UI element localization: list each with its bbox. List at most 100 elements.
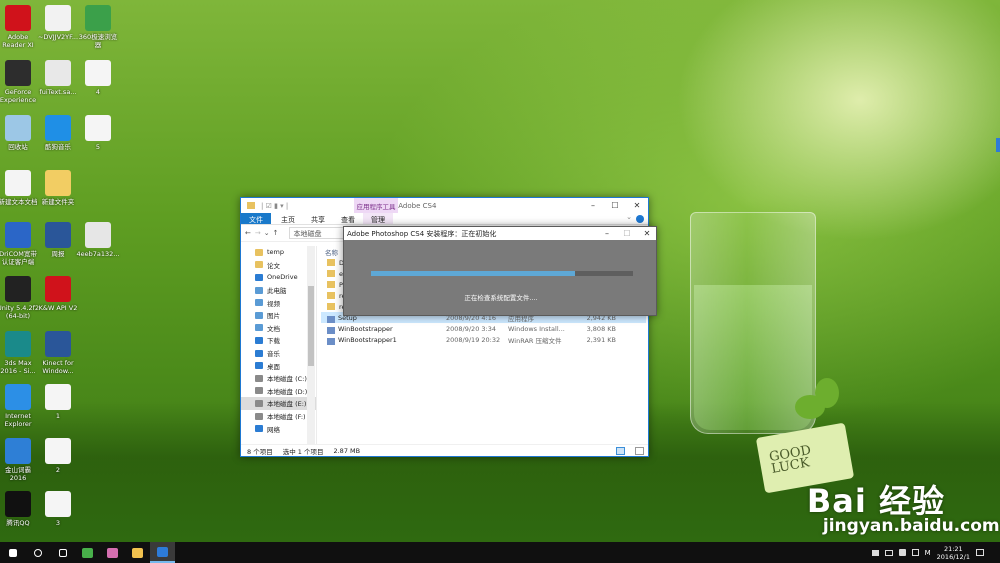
nav-item-icon — [255, 324, 263, 332]
nav-item-label: 图片 — [267, 312, 280, 321]
clock-date: 2016/12/1 — [936, 552, 970, 561]
navigation-pane: temp 论文 OneDrive 此电脑 视频图片 文档下载 音乐 桌面 本地磁盘 (C:) 本地… — [241, 246, 317, 445]
volume-icon[interactable] — [898, 549, 906, 556]
setup-maximize-button[interactable]: ☐ — [620, 229, 634, 238]
app-icon — [5, 60, 31, 86]
help-icon[interactable] — [636, 215, 644, 223]
recent-icon[interactable]: ⌄ — [264, 229, 270, 237]
quick-access-icons[interactable]: | ☑ ▮ ▾ | — [261, 202, 288, 210]
nav-item[interactable]: 文档 — [241, 322, 316, 335]
nav-item[interactable]: OneDrive — [241, 271, 316, 284]
setup-status-text: 正在检查系统配置文件.... — [464, 294, 538, 302]
nav-item[interactable]: 视频 — [241, 296, 316, 309]
desktop-icon[interactable]: 2 — [32, 438, 84, 474]
nav-item[interactable]: temp — [241, 246, 316, 259]
tab-view[interactable]: 查看 — [333, 213, 363, 224]
ribbon-toggle-icon[interactable]: ⌄ — [626, 213, 632, 224]
up-icon[interactable]: ↑ — [273, 229, 279, 237]
app-icon — [5, 491, 31, 517]
desktop-icon[interactable]: 5 — [72, 115, 124, 151]
note-text: GOOD LUCK — [768, 442, 813, 477]
nav-item[interactable]: 论文 — [241, 259, 316, 272]
setup-close-button[interactable]: ✕ — [640, 229, 654, 238]
desktop-icon[interactable]: 4 — [72, 60, 124, 96]
app-icon — [45, 331, 71, 357]
desktop-icon[interactable]: 1 — [32, 384, 84, 420]
nav-item-icon — [255, 349, 263, 357]
nav-item[interactable]: 本地磁盘 (F:) — [241, 410, 316, 423]
tray-arrow-icon[interactable] — [871, 549, 879, 556]
taskbar-button[interactable] — [25, 542, 50, 563]
setup-minimize-button[interactable]: – — [600, 229, 614, 238]
setup-dialog[interactable]: Adobe Photoshop CS4 安装程序：正在初始化 – ☐ ✕ 正在检… — [343, 226, 657, 316]
taskbar-button[interactable] — [100, 542, 125, 563]
maximize-button[interactable]: ☐ — [608, 201, 622, 210]
taskbar-button[interactable] — [50, 542, 75, 563]
desktop-icon[interactable]: Kinect for Window... — [32, 331, 84, 375]
folder-icon — [327, 292, 335, 299]
file-row[interactable]: WinBootstrapper1 2008/9/19 20:32 WinRAR 压缩… — [321, 334, 646, 345]
nav-item[interactable]: 此电脑 — [241, 284, 316, 297]
file-date: 2008/9/20 3:34 — [446, 324, 496, 333]
tab-file[interactable]: 文件 — [241, 213, 271, 224]
nav-item[interactable]: 图片 — [241, 309, 316, 322]
file-row[interactable]: WinBootstrapper 2008/9/20 3:34 Windows Ins… — [321, 323, 646, 334]
desktop-icon[interactable]: 3 — [32, 491, 84, 527]
nav-item-icon — [255, 336, 263, 344]
clock[interactable]: 21:21 2016/12/1 — [937, 545, 970, 561]
nav-item-label: OneDrive — [267, 273, 298, 282]
input-language[interactable]: M — [925, 549, 931, 557]
nav-scrollbar[interactable] — [307, 246, 315, 445]
column-name[interactable]: 名称 — [321, 247, 338, 257]
tab-share[interactable]: 共享 — [303, 213, 333, 224]
desktop-icon-label: 5 — [95, 143, 101, 151]
taskbar-button[interactable] — [75, 542, 100, 563]
desktop-icon-label: 1 — [55, 412, 61, 420]
tab-home[interactable]: 主页 — [271, 213, 303, 224]
edge-tab[interactable] — [996, 138, 1000, 152]
app-icon — [5, 438, 31, 464]
desktop-icon[interactable]: 新建文件夹 — [32, 170, 84, 206]
taskbar-button[interactable] — [125, 542, 150, 563]
app-icon — [85, 222, 111, 248]
nav-item[interactable]: 本地磁盘 (D:) — [241, 385, 316, 398]
folder-icon — [327, 281, 335, 288]
desktop-icon[interactable]: K&W API V2 — [32, 276, 84, 312]
nav-item[interactable]: 音乐 — [241, 347, 316, 360]
clock-time: 21:21 — [943, 544, 963, 553]
forward-icon[interactable]: → — [255, 229, 261, 237]
desktop-icon[interactable]: 360极速浏览 器 — [72, 5, 124, 49]
details-view-icon[interactable] — [616, 446, 625, 455]
paint-icon — [107, 547, 118, 558]
nav-item[interactable]: 桌面 — [241, 359, 316, 372]
nav-item-label: 本地磁盘 (D:) — [267, 387, 308, 396]
selection-size: 2.87 MB — [333, 446, 361, 455]
nav-item[interactable]: 下载 — [241, 334, 316, 347]
taskbar-button[interactable] — [150, 542, 175, 563]
nav-item-label: 下载 — [267, 337, 280, 346]
system-tray: M 21:21 2016/12/1 — [871, 542, 984, 563]
folder-icon — [327, 303, 335, 310]
nav-item[interactable]: 网络 — [241, 422, 316, 435]
close-button[interactable]: ✕ — [630, 201, 644, 210]
battery-icon[interactable] — [911, 549, 919, 556]
desktop-icon[interactable]: 4eeb7a132... — [72, 222, 124, 258]
setup-progress-fill — [371, 271, 576, 276]
selection-count: 选中 1 个项目 — [282, 447, 324, 456]
tab-manage[interactable]: 管理 — [363, 213, 393, 224]
app-icon — [45, 5, 71, 31]
notification-icon[interactable] — [976, 549, 984, 556]
app-icon — [5, 5, 31, 31]
nav-item-label: 论文 — [267, 261, 280, 270]
app-icon — [5, 331, 31, 357]
taskbar-button[interactable] — [0, 542, 25, 563]
large-icons-view-icon[interactable] — [635, 446, 644, 455]
nav-item[interactable]: 本地磁盘 (C:) — [241, 372, 316, 385]
file-size: 2,391 KB — [586, 335, 616, 344]
minimize-button[interactable]: – — [586, 201, 600, 210]
baidu-watermark: Bai 经验 jingyan.baidu.com — [807, 476, 1000, 536]
back-icon[interactable]: ← — [245, 229, 251, 237]
nav-item[interactable]: 本地磁盘 (E:) — [241, 397, 316, 410]
app-icon — [45, 115, 71, 141]
network-icon[interactable] — [884, 549, 893, 556]
